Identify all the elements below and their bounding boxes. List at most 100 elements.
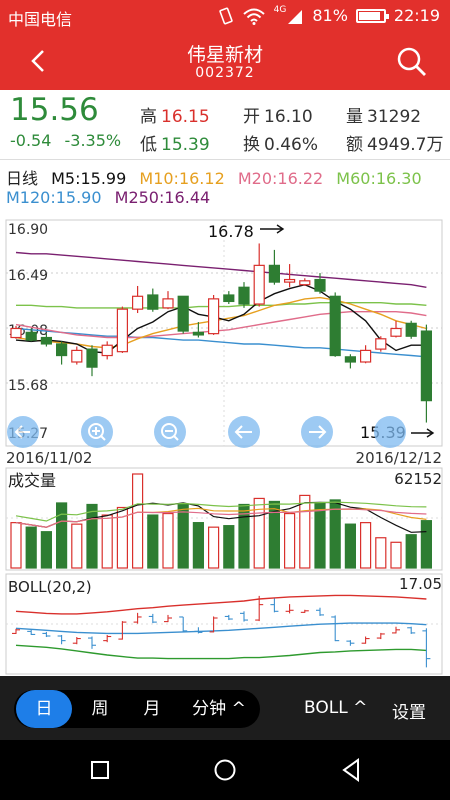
candle xyxy=(86,345,98,377)
open-cell: 开 16.10 xyxy=(243,102,313,127)
tab-week[interactable]: 周 xyxy=(74,690,126,728)
battery-icon xyxy=(355,8,389,23)
volume-bar xyxy=(71,523,83,569)
candle xyxy=(101,341,113,360)
stock-name: 伟星新材 xyxy=(186,44,263,66)
candle-body xyxy=(40,336,53,345)
ma250-line xyxy=(15,251,427,288)
period-label: 日线 xyxy=(6,169,39,188)
recent-apps-icon[interactable] xyxy=(90,760,110,780)
amount-value: 4949.7万 xyxy=(367,135,444,155)
candle xyxy=(208,294,220,335)
ma-legend-row-1: 日线 M5:15.99 M10:16.12 M20:16.22 M60:16.3… xyxy=(6,165,430,189)
high-label: 高 xyxy=(140,107,157,127)
candle-body xyxy=(10,327,22,339)
ma250-label: M250:16.44 xyxy=(114,188,211,207)
tab-minute[interactable]: 分钟 ^ xyxy=(180,690,258,728)
candle-body xyxy=(405,322,417,337)
candle xyxy=(253,243,265,307)
stock-code: 002372 xyxy=(195,65,255,81)
volume-bar xyxy=(344,523,356,569)
last-price: 15.56 xyxy=(10,92,99,128)
candle-body xyxy=(329,295,341,357)
candle xyxy=(162,291,174,310)
high-value: 16.15 xyxy=(161,107,210,127)
volume-bar xyxy=(405,534,417,569)
candle xyxy=(329,292,341,357)
candle-body xyxy=(420,330,432,402)
candle-body xyxy=(86,348,98,368)
volume-bar xyxy=(25,526,37,569)
boll-label: BOLL(20,2) xyxy=(8,578,92,596)
volume-bar xyxy=(40,531,53,569)
volume-bar xyxy=(299,494,311,569)
zoom-controls xyxy=(7,416,406,448)
candle-body xyxy=(192,331,204,336)
volume-bar xyxy=(147,514,159,569)
search-icon[interactable] xyxy=(394,44,428,78)
candle-body xyxy=(238,286,250,305)
boll-lower-line xyxy=(15,644,427,660)
candle xyxy=(55,341,68,365)
low-cell: 低 15.39 xyxy=(140,130,210,155)
volume-label: 量 xyxy=(346,107,363,127)
vibrate-icon xyxy=(218,7,233,24)
volume-bar xyxy=(162,512,174,569)
ma10-line xyxy=(15,296,427,349)
turnover-cell: 换 0.46% xyxy=(243,130,318,155)
zoom-in-icon[interactable] xyxy=(81,416,113,448)
volume-bar xyxy=(375,537,387,569)
volume-max-label: 62152 xyxy=(394,470,442,488)
ma5-line xyxy=(15,283,427,354)
wifi-icon xyxy=(242,8,265,25)
candle-body xyxy=(253,264,265,305)
network-type: 4G xyxy=(273,4,287,15)
settings-button[interactable]: 设置 xyxy=(392,698,426,723)
candle xyxy=(375,336,387,352)
candle xyxy=(405,320,417,339)
kline-chart[interactable]: 16.90 16.49 16.08 15.68 15.27 16.78 15.3… xyxy=(0,210,450,676)
candle xyxy=(177,295,189,334)
zoom-out-icon[interactable] xyxy=(154,416,186,448)
home-icon[interactable] xyxy=(213,758,237,782)
left-control-icon[interactable] xyxy=(7,416,39,448)
volume-bar xyxy=(132,473,144,569)
low-value: 15.39 xyxy=(161,135,210,155)
tab-month[interactable]: 月 xyxy=(126,690,178,728)
candle-body xyxy=(116,308,129,353)
volume-bar xyxy=(284,512,296,569)
ma10-label: M10:16.12 xyxy=(139,169,225,188)
volume-bar xyxy=(101,514,113,569)
candle-body xyxy=(299,280,311,286)
volume-bar xyxy=(192,522,204,569)
reset-icon[interactable] xyxy=(374,416,406,448)
candle-body xyxy=(360,349,372,363)
price-tick: 16.90 xyxy=(8,222,48,238)
volume-bar xyxy=(223,525,235,569)
period-switcher: 日 周 月 分钟 ^ xyxy=(14,690,260,728)
candle-body xyxy=(101,344,113,357)
carrier-name: 中国电信 xyxy=(8,10,73,29)
candle-body xyxy=(55,343,68,357)
stock-header: 伟星新材 002372 xyxy=(0,32,450,90)
high-annotation: 16.78 xyxy=(208,222,285,241)
high-annotation-label: 16.78 xyxy=(208,222,254,241)
candle-body xyxy=(223,294,235,303)
indicator-select-button[interactable]: BOLL ^ xyxy=(304,698,367,718)
ma5-label: M5:15.99 xyxy=(51,169,127,188)
candle-body xyxy=(284,278,296,283)
candle xyxy=(71,346,83,365)
boll-mid-line xyxy=(15,622,427,635)
clock-time: 22:19 xyxy=(393,6,440,25)
boll-max-label: 17.05 xyxy=(399,575,442,593)
candle xyxy=(344,354,356,369)
pan-left-icon[interactable] xyxy=(228,416,260,448)
volume-bar xyxy=(329,499,341,569)
volume-bar xyxy=(208,526,220,569)
candle-body xyxy=(344,356,356,363)
pan-right-icon[interactable] xyxy=(301,416,333,448)
tab-day[interactable]: 日 xyxy=(16,690,72,728)
volume-value: 31292 xyxy=(367,107,422,127)
volume-cell: 量 31292 xyxy=(346,102,421,127)
back-icon[interactable] xyxy=(340,758,362,782)
